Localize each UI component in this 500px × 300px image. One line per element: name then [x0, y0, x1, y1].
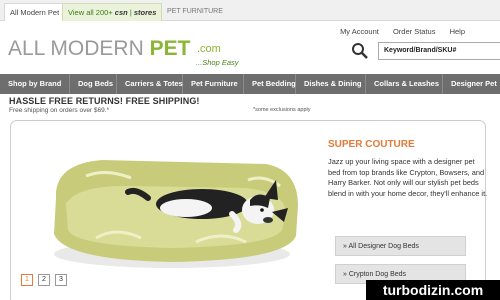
feature-title: SUPER COUTURE — [328, 139, 415, 150]
watermark: turbodizin.com — [366, 280, 500, 300]
my-account-link[interactable]: My Account — [340, 27, 379, 36]
nav-dishes-dining[interactable]: Dishes & Dining — [296, 74, 366, 94]
help-link[interactable]: Help — [450, 27, 465, 36]
site-logo[interactable]: ALL MODERN PET .com — [8, 37, 221, 61]
store-tab-bar: All Modern Pet View all 200+ csn | store… — [0, 0, 500, 21]
promo-headline: HASSLE FREE RETURNS! FREE SHIPPING! — [9, 96, 200, 106]
carousel-page-3[interactable]: 3 — [55, 274, 67, 286]
dog-bed-image — [54, 160, 298, 268]
tab-all-modern-pet[interactable]: All Modern Pet — [4, 3, 66, 21]
tab-pet-furniture[interactable]: PET FURNITURE — [162, 3, 228, 21]
logo-all-modern: ALL MODERN — [8, 37, 150, 60]
search-input[interactable]: Keyword/Brand/SKU# — [378, 42, 500, 60]
account-links: My Account Order Status Help — [328, 27, 465, 36]
search-icon[interactable] — [350, 41, 370, 61]
tab-view-all-stores[interactable]: View all 200+ csn | stores — [62, 3, 163, 21]
nav-pet-furniture[interactable]: Pet Furniture — [183, 74, 244, 94]
csn-brand: csn — [114, 8, 128, 17]
all-designer-dog-beds-link[interactable]: » All Designer Dog Beds — [335, 236, 466, 256]
nav-designer-pet[interactable]: Designer Pet — [443, 74, 500, 94]
order-status-link[interactable]: Order Status — [393, 27, 436, 36]
nav-pet-bedding[interactable]: Pet Bedding — [244, 74, 296, 94]
main-nav: Shop by Brand Dog Beds Carriers & Totes … — [0, 74, 500, 94]
logo-tagline: ...Shop Easy — [196, 58, 239, 67]
nav-shop-by-brand[interactable]: Shop by Brand — [0, 74, 70, 94]
logo-com: .com — [197, 43, 221, 55]
carousel-page-2[interactable]: 2 — [38, 274, 50, 286]
carousel-page-1[interactable]: 1 — [21, 274, 33, 286]
csn-separator: | — [129, 8, 132, 17]
nav-carriers-totes[interactable]: Carriers & Totes — [117, 74, 183, 94]
nav-collars-leashes[interactable]: Collars & Leashes — [366, 74, 443, 94]
logo-pet: PET — [149, 37, 191, 60]
feature-description: Jazz up your living space with a designe… — [328, 157, 488, 198]
promo-subtext: Free shipping on orders over $69.* — [9, 107, 110, 114]
promo-exclusions-note: *some exclusions apply — [253, 107, 311, 113]
csn-stores: stores — [133, 8, 157, 17]
tab-view-all-label: View all 200+ — [68, 8, 113, 17]
nav-dog-beds[interactable]: Dog Beds — [70, 74, 117, 94]
